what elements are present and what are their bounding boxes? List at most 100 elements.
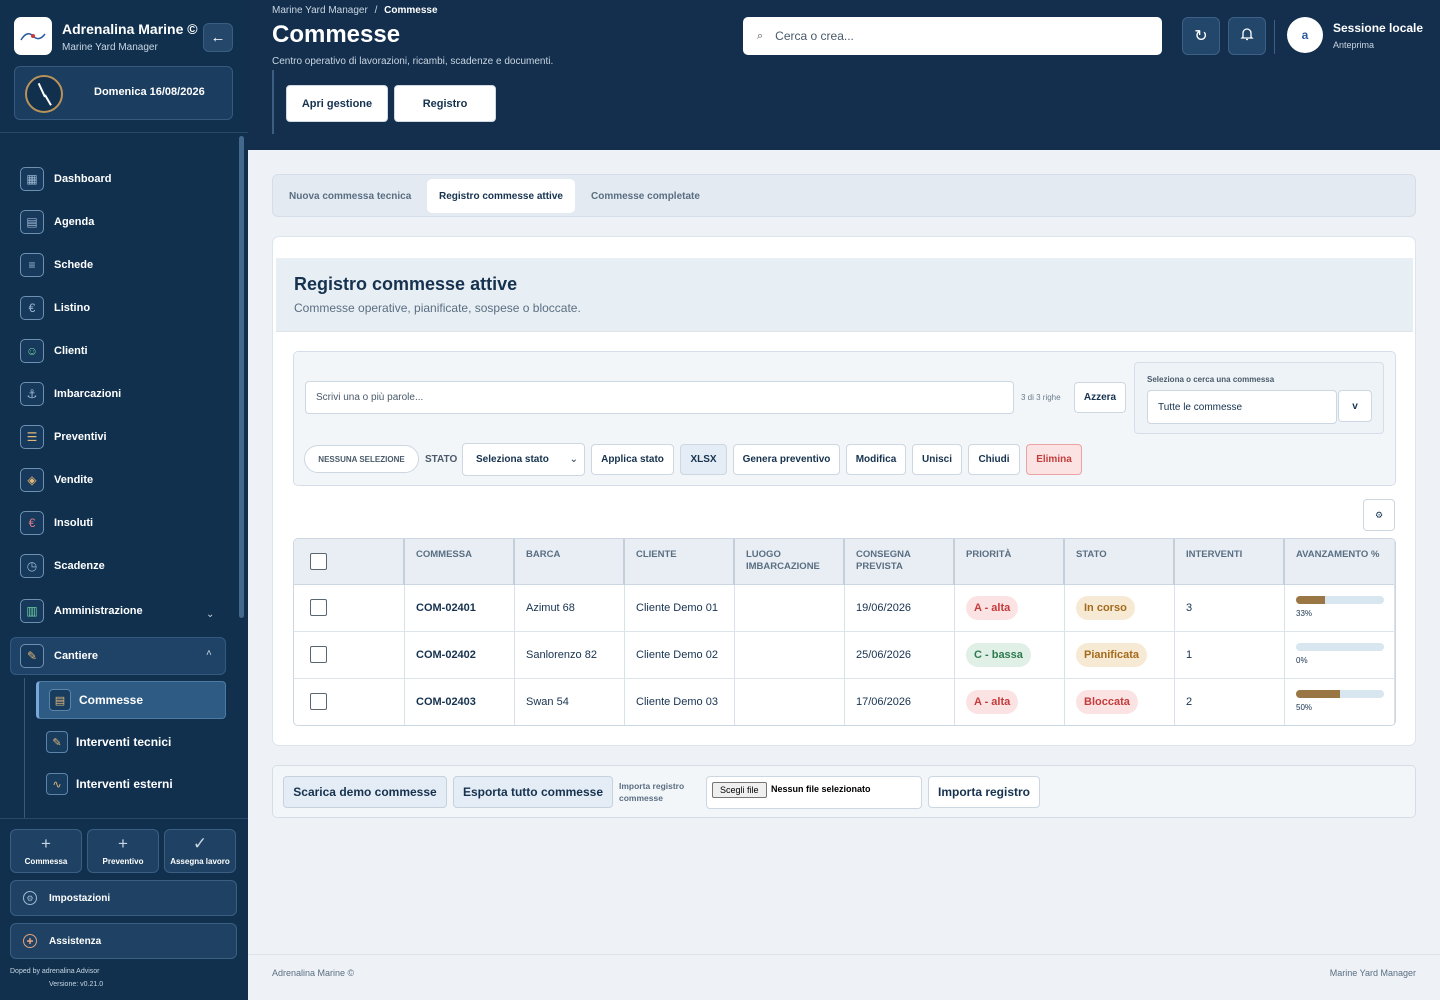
- column-header-barca[interactable]: BARCA: [526, 549, 560, 561]
- sidebar-item-agenda[interactable]: ▤ Agenda: [20, 210, 94, 234]
- card-title: Registro commesse attive: [294, 274, 518, 294]
- stato-select[interactable]: Seleziona stato ⌄: [462, 443, 585, 476]
- global-search-input[interactable]: ⌕ Cerca o crea...: [743, 17, 1162, 55]
- sidebar-item-cantiere-label[interactable]: ✎ Cantiere: [20, 644, 98, 668]
- column-header-commessa[interactable]: COMMESSA: [416, 549, 472, 561]
- status-badge: Bloccata: [1076, 690, 1138, 714]
- sidebar-item-listino[interactable]: € Listino: [20, 296, 90, 320]
- cell-interventi: 3: [1186, 602, 1193, 614]
- avatar[interactable]: a: [1287, 17, 1323, 53]
- calendar-icon: ▤: [20, 210, 44, 234]
- commesse-table: COMMESSA BARCA CLIENTE LUOGO IMBARCAZION…: [293, 538, 1396, 726]
- sidebar-subitem-interventi-tecnici[interactable]: ✎ Interventi tecnici: [36, 723, 226, 761]
- lifebuoy-icon: ✚: [23, 934, 37, 948]
- commessa-select-toggle[interactable]: v: [1338, 390, 1372, 422]
- sidebar-item-imbarcazioni[interactable]: ⚓ Imbarcazioni: [20, 382, 121, 406]
- cell-commessa[interactable]: COM-02403: [416, 696, 476, 708]
- download-demo-button[interactable]: Scarica demo commesse: [283, 776, 447, 808]
- collapse-sidebar-button[interactable]: ←: [203, 23, 233, 52]
- sidebar-item-scadenze[interactable]: ◷ Scadenze: [20, 554, 105, 578]
- plus-icon: +: [41, 834, 51, 853]
- priority-badge: A - alta: [966, 596, 1019, 620]
- file-input[interactable]: Scegli file Nessun file selezionato: [706, 776, 922, 809]
- sidebar-item-insoluti[interactable]: € Insoluti: [20, 511, 93, 535]
- column-header-priorita[interactable]: PRIORITÀ: [966, 549, 1011, 561]
- chevron-down-icon[interactable]: ⌄: [206, 609, 214, 620]
- column-header-consegna[interactable]: CONSEGNA PREVISTA: [856, 549, 936, 573]
- row-checkbox[interactable]: [310, 599, 327, 616]
- building-icon: ▥: [20, 599, 44, 623]
- tab-registro-attive[interactable]: Registro commesse attive: [427, 179, 575, 213]
- commessa-select[interactable]: Tutte le commesse: [1147, 390, 1337, 424]
- open-management-button[interactable]: Apri gestione: [286, 85, 388, 122]
- registry-button[interactable]: Registro: [394, 85, 496, 122]
- edit-button[interactable]: Modifica: [846, 444, 906, 475]
- cell-interventi: 2: [1186, 696, 1193, 708]
- sidebar: Adrenalina Marine © Marine Yard Manager …: [0, 0, 248, 1000]
- grid-icon: ▦: [20, 167, 44, 191]
- cell-cliente: Cliente Demo 02: [636, 649, 718, 661]
- chevron-down-icon: ⌄: [569, 454, 578, 465]
- column-header-stato[interactable]: STATO: [1076, 549, 1107, 561]
- card-subtitle: Commesse operative, pianificate, sospese…: [294, 301, 581, 315]
- commessa-picker: Seleziona o cerca una commessa Tutte le …: [1134, 362, 1384, 434]
- sidebar-item-schede[interactable]: ≡ Schede: [20, 253, 93, 277]
- table-row[interactable]: COM-02401 Azimut 68 Cliente Demo 01 19/0…: [294, 585, 1395, 632]
- export-xlsx-button[interactable]: XLSX: [680, 444, 727, 475]
- status-badge: In corso: [1076, 596, 1135, 620]
- anchor-icon: ⚓: [20, 382, 44, 406]
- export-all-button[interactable]: Esporta tutto commesse: [453, 776, 613, 808]
- select-all-checkbox[interactable]: [310, 553, 327, 570]
- column-header-interventi[interactable]: INTERVENTI: [1186, 549, 1242, 561]
- row-count: 3 di 3 righe: [1021, 393, 1061, 402]
- app-version: Versione: v0.21.0: [49, 981, 104, 988]
- merge-button[interactable]: Unisci: [912, 444, 962, 475]
- table-row[interactable]: COM-02403 Swan 54 Cliente Demo 03 17/06/…: [294, 679, 1395, 725]
- quick-assign-work-button[interactable]: ✓ Assegna lavoro: [164, 829, 236, 873]
- delete-button[interactable]: Elimina: [1026, 444, 1082, 475]
- reset-filters-button[interactable]: Azzera: [1074, 382, 1126, 413]
- choose-file-button[interactable]: Scegli file: [712, 782, 767, 798]
- column-header-luogo[interactable]: LUOGO IMBARCAZIONE: [746, 549, 836, 573]
- gear-icon: ⚙: [1374, 509, 1384, 520]
- sidebar-item-dashboard[interactable]: ▦ Dashboard: [20, 167, 111, 191]
- cell-commessa[interactable]: COM-02401: [416, 602, 476, 614]
- generate-quote-button[interactable]: Genera preventivo: [733, 444, 840, 475]
- table-row[interactable]: COM-02402 Sanlorenzo 82 Cliente Demo 02 …: [294, 632, 1395, 679]
- sidebar-subitem-interventi-esterni[interactable]: ∿ Interventi esterni: [36, 765, 226, 803]
- breadcrumb-root[interactable]: Marine Yard Manager: [272, 5, 368, 16]
- sidebar-subitem-commesse[interactable]: ▤ Commesse: [36, 681, 226, 719]
- apply-status-button[interactable]: Applica stato: [591, 444, 674, 475]
- cell-commessa[interactable]: COM-02402: [416, 649, 476, 661]
- quick-new-preventivo-button[interactable]: + Preventivo: [87, 829, 159, 873]
- sidebar-item-vendite[interactable]: ◈ Vendite: [20, 468, 93, 492]
- brand-logo: [14, 17, 52, 55]
- tab-completate[interactable]: Commesse completate: [579, 179, 712, 213]
- cell-cliente: Cliente Demo 01: [636, 602, 718, 614]
- sidebar-item-preventivi[interactable]: ☰ Preventivi: [20, 425, 107, 449]
- keyword-search-input[interactable]: Scrivi una o più parole...: [305, 381, 1014, 414]
- date-widget: Domenica 16/08/2026: [14, 66, 233, 120]
- sidebar-item-clienti[interactable]: ☺ Clienti: [20, 339, 88, 363]
- refresh-button[interactable]: ↻: [1182, 17, 1220, 55]
- settings-button[interactable]: ⚙ Impostazioni: [10, 880, 237, 916]
- close-button[interactable]: Chiudi: [968, 444, 1020, 475]
- column-header-cliente[interactable]: CLIENTE: [636, 549, 677, 561]
- table-settings-button[interactable]: ⚙: [1363, 499, 1395, 531]
- sidebar-item-amministrazione[interactable]: ▥ Amministrazione: [20, 599, 143, 623]
- chevron-up-icon[interactable]: ˄: [206, 648, 212, 659]
- import-registry-button[interactable]: Importa registro: [928, 776, 1040, 808]
- column-header-avanzamento[interactable]: AVANZAMENTO %: [1296, 549, 1386, 561]
- brand-name: Adrenalina Marine ©: [62, 21, 198, 37]
- tab-nuova-commessa[interactable]: Nuova commessa tecnica: [277, 179, 423, 213]
- tag-icon: ◈: [20, 468, 44, 492]
- row-checkbox[interactable]: [310, 646, 327, 663]
- quick-new-commessa-button[interactable]: + Commessa: [10, 829, 82, 873]
- notifications-button[interactable]: [1228, 17, 1266, 55]
- help-button[interactable]: ✚ Assistenza: [10, 923, 237, 959]
- footer-brand: Adrenalina Marine ©: [272, 968, 355, 978]
- row-checkbox[interactable]: [310, 693, 327, 710]
- search-icon: ⌕: [757, 29, 764, 42]
- sidebar-scrollbar[interactable]: [239, 136, 244, 618]
- euro-icon: €: [20, 511, 44, 535]
